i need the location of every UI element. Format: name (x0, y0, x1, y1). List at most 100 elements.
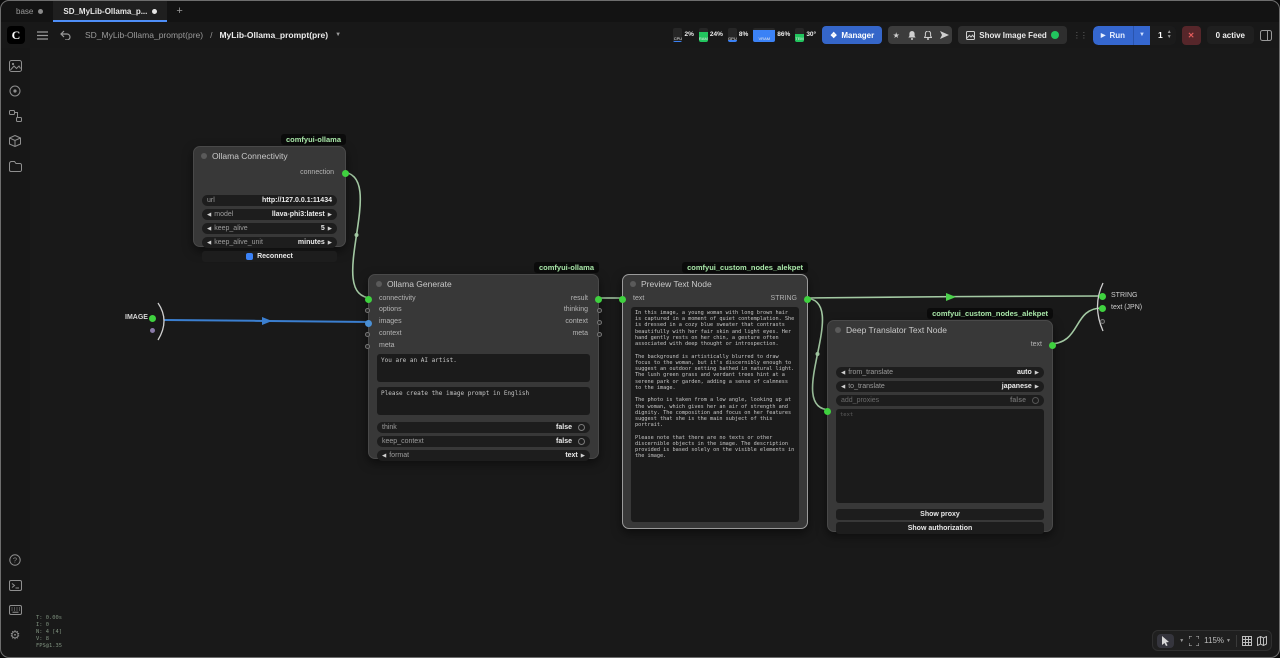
combo-right-icon[interactable]: ▶ (328, 240, 332, 246)
tab-base[interactable]: base (6, 0, 53, 22)
star-icon[interactable]: ★ (888, 31, 904, 40)
new-tab-button[interactable]: + (167, 0, 191, 22)
translator-textarea[interactable]: text (836, 409, 1044, 503)
run-button[interactable]: ▶ Run (1093, 26, 1133, 45)
toggle-right-panel-icon[interactable] (1260, 30, 1272, 41)
combo-right-icon[interactable]: ▶ (328, 212, 332, 218)
drag-grip-icon[interactable]: ⋮⋮ (1073, 31, 1087, 40)
node-preview-text[interactable]: comfyui_custom_nodes_alekpet Preview Tex… (622, 274, 808, 529)
reconnect-button[interactable]: Reconnect (202, 251, 337, 262)
toggle-grid-button[interactable] (1242, 636, 1252, 646)
meta-output-port[interactable] (597, 332, 602, 337)
combo-right-icon[interactable]: ▶ (328, 226, 332, 232)
jpn-input-port[interactable] (1099, 305, 1106, 312)
context-input-port[interactable] (365, 332, 370, 337)
combo-left-icon[interactable]: ◀ (841, 370, 845, 376)
show-authorization-button[interactable]: Show authorization (836, 522, 1044, 534)
bell-icon[interactable] (904, 31, 920, 40)
images-input-port[interactable] (365, 320, 372, 327)
settings-gear-icon[interactable]: ⚙ (5, 625, 25, 645)
pointer-tool-chevron-icon[interactable]: ▼ (1179, 638, 1184, 644)
sidebar-workflows-icon[interactable] (5, 156, 25, 176)
preview-text-content[interactable]: In this image, a young woman with long b… (631, 307, 799, 522)
toggle-circle-icon[interactable] (578, 438, 585, 445)
pointer-tool-button[interactable] (1157, 634, 1174, 648)
breadcrumb-parent[interactable]: SD_MyLib-Ollama_prompt(pre) (85, 30, 203, 40)
show-image-feed-button[interactable]: Show Image Feed (958, 26, 1067, 44)
options-input-port[interactable] (365, 308, 370, 313)
add-proxies-toggle[interactable]: add_proxies false (836, 395, 1044, 406)
model-combo[interactable]: ◀ model llava-phi3:latest ▶ (202, 209, 337, 220)
string-input-port[interactable] (1099, 293, 1106, 300)
combo-right-icon[interactable]: ▶ (1035, 384, 1039, 390)
meta-input-port[interactable] (365, 344, 370, 349)
share-icon[interactable] (936, 31, 952, 39)
clear-queue-button[interactable]: ✕ (1182, 26, 1201, 45)
node-ollama-generate[interactable]: comfyui-ollama Ollama Generate connectiv… (368, 274, 599, 459)
node-title-bar[interactable]: Ollama Connectivity (194, 147, 345, 162)
keep-alive-unit-combo[interactable]: ◀ keep_alive_unit minutes ▶ (202, 237, 337, 248)
terminal-icon[interactable] (5, 575, 25, 595)
extra-input-port[interactable] (1100, 319, 1105, 324)
user-prompt-textarea[interactable]: Please create the image prompt in Englis… (377, 387, 590, 415)
collapse-dot-icon[interactable] (630, 281, 636, 287)
sidebar-assets-icon[interactable] (5, 81, 25, 101)
show-proxy-button[interactable]: Show proxy (836, 509, 1044, 520)
mask-output-port[interactable] (150, 328, 155, 333)
text-output-port[interactable] (1049, 342, 1056, 349)
manager-button[interactable]: ❖ Manager (822, 26, 882, 44)
collapse-dot-icon[interactable] (376, 281, 382, 287)
breadcrumb-current[interactable]: MyLib-Ollama_prompt(pre) (219, 30, 328, 40)
tab-sd-mylib-ollama[interactable]: SD_MyLib-Ollama_p... (53, 0, 167, 22)
toggle-circle-icon[interactable] (1032, 397, 1039, 404)
menu-hamburger-icon[interactable] (37, 31, 48, 40)
fit-view-button[interactable] (1189, 636, 1199, 646)
sidebar-queue-icon[interactable] (5, 56, 25, 76)
text-input-port[interactable] (619, 296, 626, 303)
bell-alert-icon[interactable] (920, 31, 936, 40)
think-toggle[interactable]: think false (377, 422, 590, 433)
combo-left-icon[interactable]: ◀ (841, 384, 845, 390)
format-combo[interactable]: ◀ format text ▶ (377, 450, 590, 461)
collapse-dot-icon[interactable] (835, 327, 841, 333)
sidebar-model-library-icon[interactable] (5, 131, 25, 151)
text-input-port[interactable] (824, 408, 831, 415)
combo-left-icon[interactable]: ◀ (207, 226, 211, 232)
image-output-port[interactable] (149, 315, 156, 322)
system-prompt-textarea[interactable]: You are an AI artist. (377, 354, 590, 382)
sidebar-node-library-icon[interactable] (5, 106, 25, 126)
zoom-level-control[interactable]: 115% ▼ (1204, 636, 1231, 645)
context-output-port[interactable] (597, 320, 602, 325)
shortcuts-icon[interactable] (5, 600, 25, 620)
url-input[interactable]: url http://127.0.0.1:11434 (202, 195, 337, 206)
batch-count-stepper[interactable]: 1 ▲▼ (1150, 26, 1176, 45)
undo-icon[interactable] (60, 30, 71, 40)
stepper-arrows-icon[interactable]: ▲▼ (1167, 30, 1172, 40)
thinking-output-port[interactable] (597, 308, 602, 313)
keep-alive-number[interactable]: ◀ keep_alive 5 ▶ (202, 223, 337, 234)
combo-right-icon[interactable]: ▶ (581, 453, 585, 459)
string-output-port[interactable] (804, 296, 811, 303)
node-title-bar[interactable]: Preview Text Node (623, 275, 807, 290)
node-title-bar[interactable]: Ollama Generate (369, 275, 598, 290)
chevron-down-icon[interactable]: ▼ (335, 32, 341, 38)
combo-left-icon[interactable]: ◀ (207, 240, 211, 246)
toggle-minimap-button[interactable] (1257, 636, 1267, 646)
node-ollama-connectivity[interactable]: comfyui-ollama Ollama Connectivity conne… (193, 146, 346, 247)
feed-enabled-toggle[interactable] (1051, 31, 1059, 39)
combo-left-icon[interactable]: ◀ (382, 453, 386, 459)
help-icon[interactable]: ? (5, 550, 25, 570)
node-deep-translator[interactable]: comfyui_custom_nodes_alekpet Deep Transl… (827, 320, 1053, 532)
to-translate-combo[interactable]: ◀ to_translate japanese ▶ (836, 381, 1044, 392)
run-options-chevron-icon[interactable]: ▼ (1133, 26, 1150, 45)
comfyui-logo[interactable]: C (7, 26, 25, 44)
keep-context-toggle[interactable]: keep_context false (377, 436, 590, 447)
combo-left-icon[interactable]: ◀ (207, 212, 211, 218)
connection-output-port[interactable] (342, 170, 349, 177)
result-output-port[interactable] (595, 296, 602, 303)
node-title-bar[interactable]: Deep Translator Text Node (828, 321, 1052, 336)
connectivity-input-port[interactable] (365, 296, 372, 303)
collapse-dot-icon[interactable] (201, 153, 207, 159)
from-translate-combo[interactable]: ◀ from_translate auto ▶ (836, 367, 1044, 378)
combo-right-icon[interactable]: ▶ (1035, 370, 1039, 376)
